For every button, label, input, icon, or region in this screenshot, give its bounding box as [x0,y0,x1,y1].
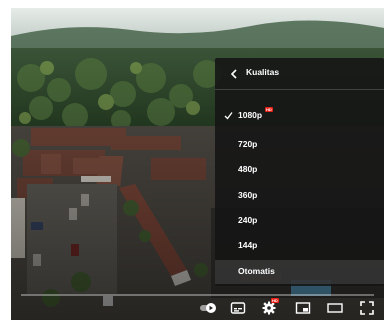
quality-option-label: 360p [238,190,258,200]
settings-hd-badge: HD [271,298,279,303]
quality-option-label: 240p [238,215,258,225]
quality-option-240p[interactable]: 240p [215,209,384,233]
autoplay-toggle[interactable] [200,300,216,316]
progress-bar[interactable] [21,294,374,296]
hd-badge: HD [265,107,273,112]
subtitles-button[interactable] [230,300,246,316]
subtitles-icon [230,302,246,314]
settings-menu: Kualitas 1080p HD 720p 480p 360p 240p 14… [215,58,384,286]
quality-menu-title: Kualitas [246,67,280,77]
quality-option-360p[interactable]: 360p [215,184,384,208]
autoplay-toggle-icon [200,303,216,313]
quality-option-720p[interactable]: 720p [215,133,384,157]
quality-option-144p[interactable]: 144p [215,234,384,258]
theater-mode-button[interactable] [327,300,343,316]
miniplayer-icon [295,302,311,314]
quality-option-label: 144p [238,240,258,250]
theater-mode-icon [327,303,343,313]
settings-button[interactable]: HD [261,298,279,316]
quality-option-480p[interactable]: 480p [215,158,384,182]
quality-option-label: Otomatis [238,266,275,276]
quality-menu-back-button[interactable]: Kualitas [215,58,384,90]
check-icon [224,112,233,120]
player-controls: HD [11,294,384,320]
quality-option-label: 720p [238,139,258,149]
quality-option-label: 1080p [238,110,263,120]
quality-option-label: 480p [238,164,258,174]
video-player[interactable]: Kualitas 1080p HD 720p 480p 360p 240p 14… [11,8,384,320]
quality-option-1080p[interactable]: 1080p HD [215,104,384,128]
miniplayer-button[interactable] [295,300,311,316]
quality-option-auto[interactable]: Otomatis [215,260,384,284]
fullscreen-button[interactable] [359,300,375,316]
fullscreen-icon [360,301,374,315]
chevron-left-icon[interactable] [229,68,239,80]
